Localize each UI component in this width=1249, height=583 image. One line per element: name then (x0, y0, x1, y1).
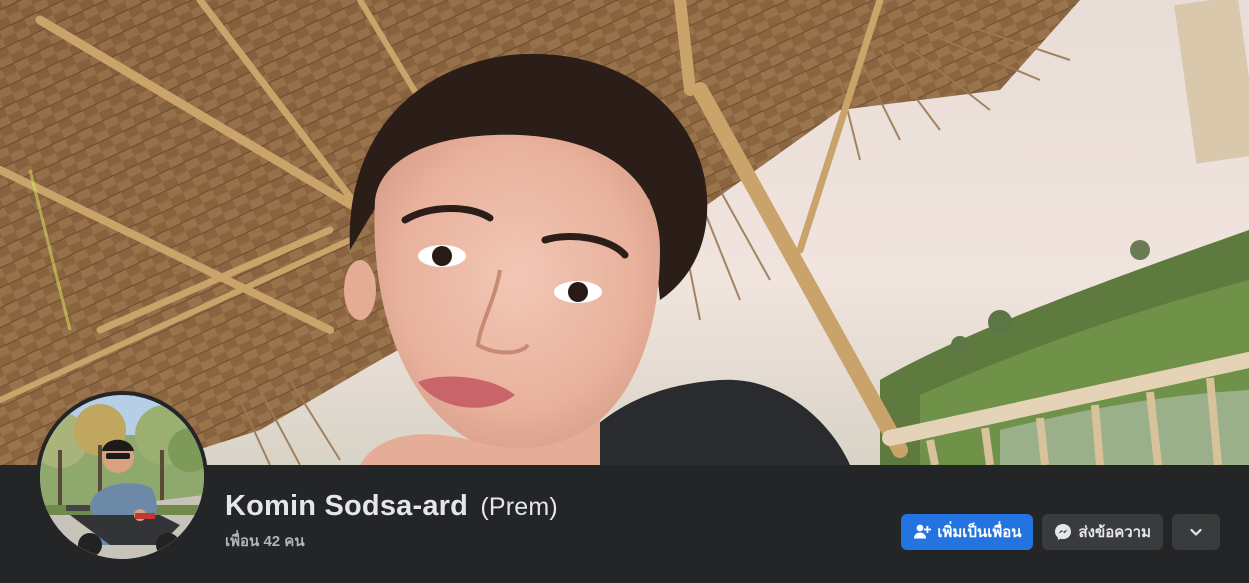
profile-name-text: Komin Sodsa-ard (225, 490, 469, 522)
more-options-button[interactable] (1172, 514, 1220, 550)
profile-alternate-name: (Prem) (480, 493, 558, 521)
chevron-down-icon (1187, 523, 1205, 541)
add-friend-button[interactable]: เพิ่มเป็นเพื่อน (901, 514, 1034, 550)
add-friend-label: เพิ่มเป็นเพื่อน (937, 524, 1022, 541)
message-label: ส่งข้อความ (1078, 524, 1151, 541)
messenger-icon (1054, 523, 1072, 541)
profile-page: Komin Sodsa-ard (Prem) เพื่อน 42 คน เพิ่… (0, 0, 1249, 583)
add-friend-icon (913, 523, 932, 541)
profile-avatar-frame (36, 391, 208, 563)
message-button[interactable]: ส่งข้อความ (1042, 514, 1163, 550)
cover-photo[interactable] (0, 0, 1249, 465)
profile-actions: เพิ่มเป็นเพื่อน ส่งข้อความ (901, 514, 1220, 550)
avatar[interactable] (40, 395, 204, 559)
friends-count[interactable]: เพื่อน 42 คน (225, 529, 558, 553)
profile-name-block: Komin Sodsa-ard (Prem) เพื่อน 42 คน (225, 490, 558, 553)
profile-name: Komin Sodsa-ard (Prem) (225, 490, 558, 523)
